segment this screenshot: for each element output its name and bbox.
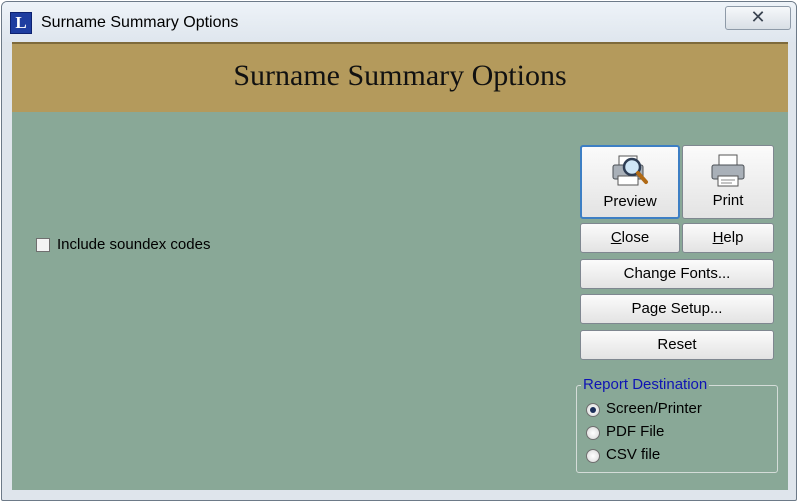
close-button[interactable]: Close — [580, 223, 680, 253]
title-bar[interactable]: L Surname Summary Options ✕ — [2, 2, 796, 42]
window-title: Surname Summary Options — [41, 14, 239, 31]
report-destination-legend: Report Destination — [581, 376, 710, 393]
help-label-rest: elp — [723, 229, 744, 246]
print-preview-icon — [612, 155, 648, 186]
pdf-file-radio[interactable] — [586, 426, 600, 440]
app-logo-icon: L — [10, 12, 32, 34]
page-title: Surname Summary Options — [233, 59, 567, 92]
include-soundex-checkbox[interactable] — [36, 238, 50, 252]
print-button[interactable]: Print — [682, 145, 774, 219]
printer-icon — [711, 154, 745, 187]
csv-file-radio[interactable] — [586, 449, 600, 463]
change-fonts-button[interactable]: Change Fonts... — [580, 259, 774, 289]
screen-printer-radio[interactable] — [586, 403, 600, 417]
reset-button[interactable]: Reset — [580, 330, 774, 360]
preview-button[interactable]: Preview — [580, 145, 680, 219]
help-button[interactable]: Help — [682, 223, 774, 253]
close-label-rest: lose — [621, 229, 650, 246]
page-setup-button[interactable]: Page Setup... — [580, 294, 774, 324]
header-banner: Surname Summary Options — [12, 42, 788, 112]
dialog-window: L Surname Summary Options ✕ Surname Summ… — [1, 1, 797, 501]
pdf-file-label[interactable]: PDF File — [606, 423, 664, 440]
screen-printer-label[interactable]: Screen/Printer — [606, 400, 702, 417]
csv-file-label[interactable]: CSV file — [606, 446, 660, 463]
preview-label: Preview — [603, 193, 657, 210]
include-soundex-label[interactable]: Include soundex codes — [57, 236, 210, 253]
window-close-button[interactable]: ✕ — [725, 6, 791, 30]
print-label: Print — [712, 192, 744, 209]
report-destination-group: Report Destination Screen/Printer PDF Fi… — [576, 376, 778, 473]
close-icon: ✕ — [750, 7, 766, 27]
help-hotkey: H — [712, 229, 724, 246]
close-hotkey: C — [610, 229, 622, 246]
options-panel: Include soundex codes Preview Print Clos… — [12, 112, 788, 490]
